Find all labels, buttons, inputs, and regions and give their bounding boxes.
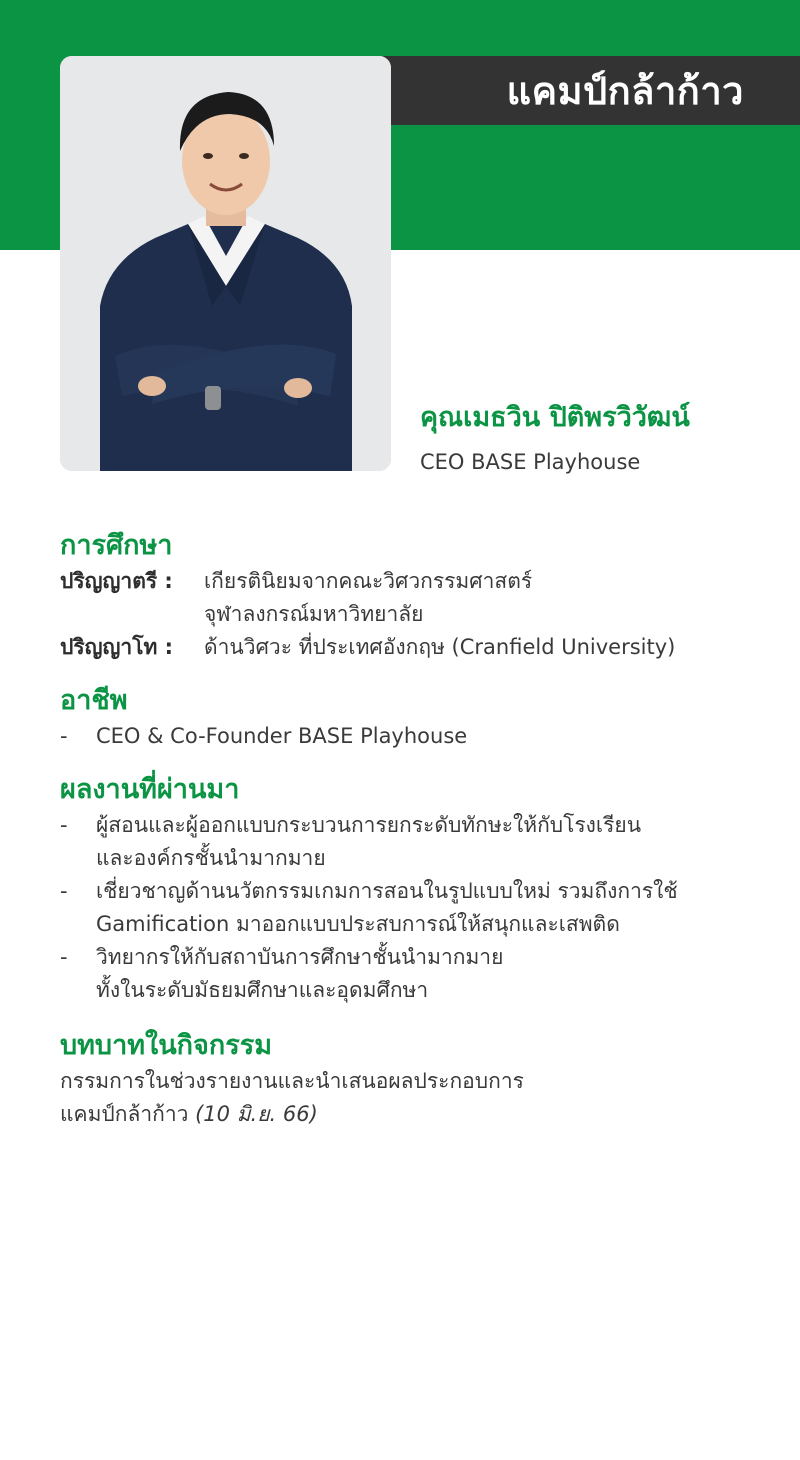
education-label-master: ปริญญาโท :: [60, 635, 174, 659]
career-item-text: CEO & Co-Founder BASE Playhouse: [96, 724, 468, 748]
achievement-line: เชี่ยวชาญด้านนวัตกรรมเกมการสอนในรูปแบบให…: [96, 879, 678, 903]
person-name: คุณเมธวิน ปิติพรวิวัฒน์: [420, 402, 690, 433]
education-value-bachelor: เกียรตินิยมจากคณะวิศวกรรมศาสตร์ จุฬาลงกร…: [204, 565, 532, 631]
role-event-date: (10 มิ.ย. 66): [195, 1102, 318, 1126]
bullet-dash: -: [60, 724, 68, 748]
achievement-item: - ผู้สอนและผู้ออกแบบกระบวนการยกระดับทักษ…: [60, 809, 750, 875]
profile-content: การศึกษา ปริญญาตรี : เกียรตินิยมจากคณะวิ…: [60, 527, 750, 1131]
education-label-bachelor: ปริญญาตรี :: [60, 569, 173, 593]
achievement-item: - วิทยากรให้กับสถาบันการศึกษาชั้นนำมากมา…: [60, 941, 750, 1007]
banner-title: แคมป์กล้าก้าว: [506, 69, 744, 113]
education-line: ด้านวิศวะ ที่ประเทศอังกฤษ (Cranfield Uni…: [204, 635, 676, 659]
bullet-dash: -: [60, 879, 68, 903]
education-row-master: ปริญญาโท : ด้านวิศวะ ที่ประเทศอังกฤษ (Cr…: [60, 631, 750, 664]
role-event-line: แคมป์กล้าก้าว (10 มิ.ย. 66): [60, 1098, 750, 1131]
role-description-line: กรรมการในช่วงรายงานและนำเสนอผลประกอบการ: [60, 1069, 524, 1093]
bullet-dash: -: [60, 813, 68, 837]
role-heading: บทบาทในกิจกรรม: [60, 1030, 272, 1061]
education-heading: การศึกษา: [60, 530, 173, 561]
bullet-dash: -: [60, 945, 68, 969]
career-item: - CEO & Co-Founder BASE Playhouse: [60, 720, 750, 753]
person-position: CEO BASE Playhouse: [420, 450, 641, 474]
achievement-item: - เชี่ยวชาญด้านนวัตกรรมเกมการสอนในรูปแบบ…: [60, 875, 750, 941]
education-line: เกียรตินิยมจากคณะวิศวกรรมศาสตร์: [204, 569, 533, 593]
title-banner: แคมป์กล้าก้าว: [380, 56, 800, 125]
education-value-master: ด้านวิศวะ ที่ประเทศอังกฤษ (Cranfield Uni…: [204, 631, 675, 664]
education-line: จุฬาลงกรณ์มหาวิทยาลัย: [204, 602, 424, 626]
profile-photo: [60, 56, 391, 471]
career-heading: อาชีพ: [60, 685, 128, 716]
person-portrait-image: [60, 56, 391, 471]
achievement-line: ผู้สอนและผู้ออกแบบกระบวนการยกระดับทักษะใ…: [96, 813, 642, 837]
achievement-line: วิทยากรให้กับสถาบันการศึกษาชั้นนำมากมาย: [96, 945, 504, 969]
achievement-line: และองค์กรชั้นนำมากมาย: [96, 846, 326, 870]
role-event-name: แคมป์กล้าก้าว: [60, 1102, 196, 1126]
education-row-bachelor: ปริญญาตรี : เกียรตินิยมจากคณะวิศวกรรมศาส…: [60, 565, 750, 631]
achievements-heading: ผลงานที่ผ่านมา: [60, 774, 240, 805]
achievement-line: ทั้งในระดับมัธยมศึกษาและอุดมศึกษา: [96, 978, 429, 1002]
achievement-line: Gamification มาออกแบบประสบการณ์ให้สนุกแล…: [96, 912, 620, 936]
